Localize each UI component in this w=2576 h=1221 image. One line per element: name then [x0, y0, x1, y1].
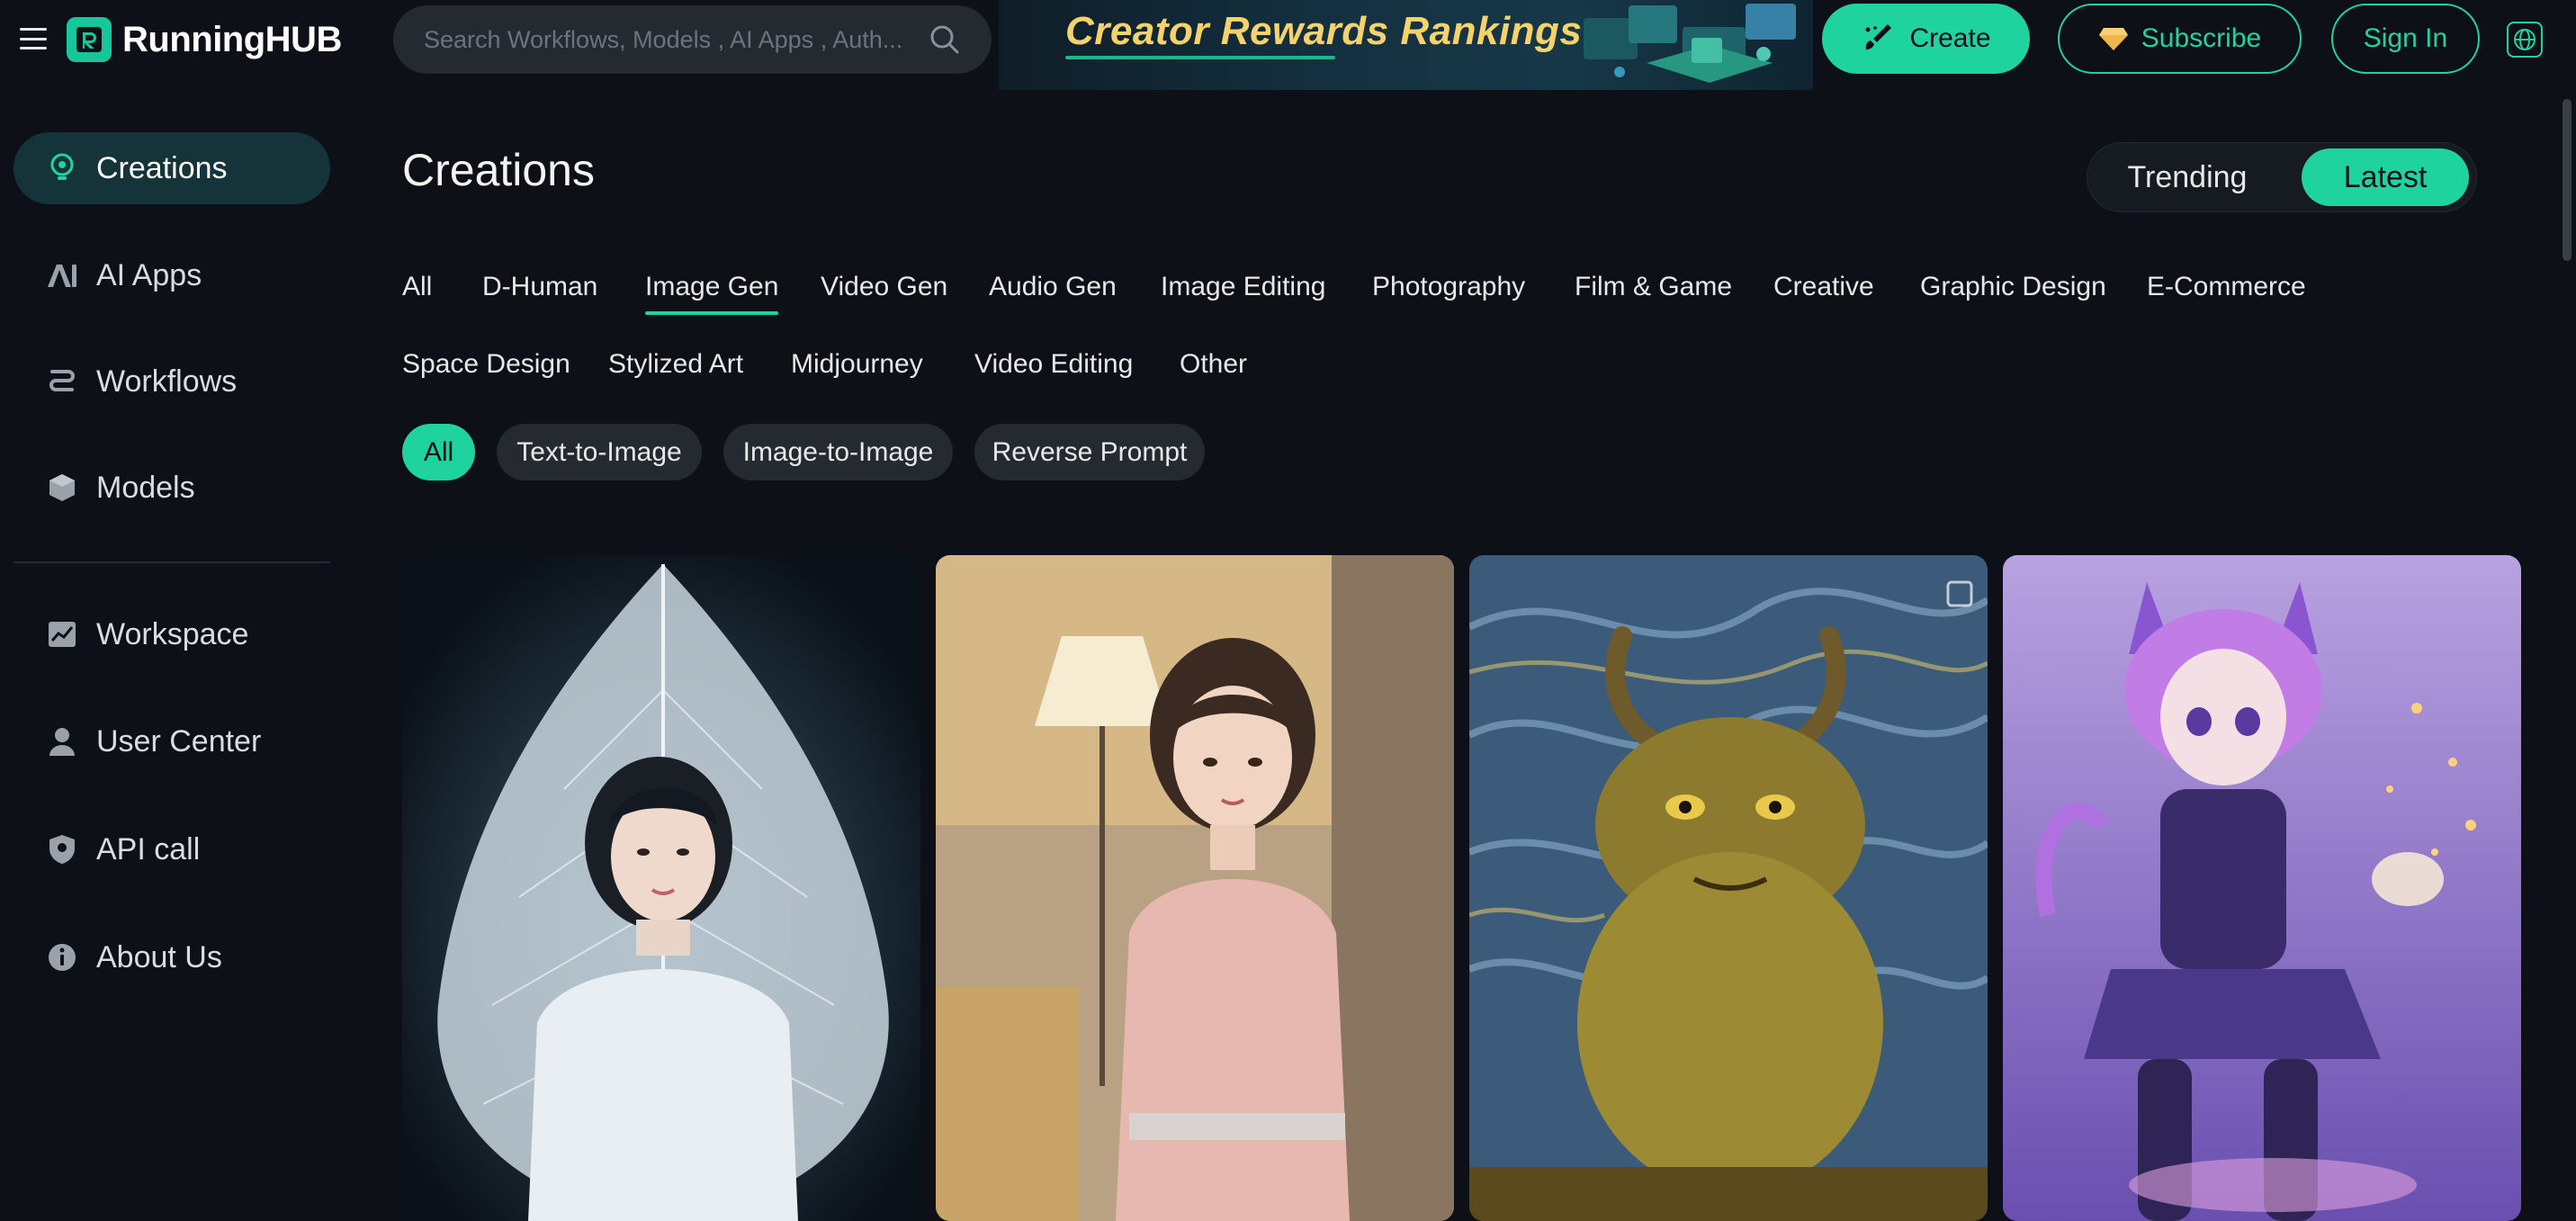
anime-girl-image: [936, 555, 1454, 1221]
creator-rewards-banner[interactable]: Creator Rewards Rankings: [999, 0, 1813, 90]
monster-painting-image: [1469, 555, 1988, 1221]
sidebar-item-api-call[interactable]: API call: [13, 813, 330, 885]
tab-d-human[interactable]: D-Human: [482, 272, 597, 302]
top-header: RunningHUB Creator Rewards Rankings: [0, 0, 2576, 90]
search-bar[interactable]: [393, 5, 992, 74]
workflow-icon: [46, 365, 78, 398]
menu-icon[interactable]: [20, 25, 47, 52]
sidebar-item-creations[interactable]: Creations: [13, 132, 330, 204]
logo-icon: [67, 17, 112, 62]
sort-toggle: Trending Latest: [2087, 142, 2477, 212]
leaf-portrait-image: [402, 555, 920, 1221]
subscribe-button[interactable]: Subscribe: [2058, 4, 2302, 74]
tab-film-game[interactable]: Film & Game: [1575, 272, 1732, 302]
subscribe-label: Subscribe: [2141, 23, 2262, 53]
language-icon[interactable]: [2507, 22, 2543, 58]
creation-card[interactable]: [936, 555, 1454, 1221]
page-scrollbar[interactable]: [2563, 99, 2572, 261]
signin-button[interactable]: Sign In: [2331, 4, 2480, 74]
ai-icon: [46, 259, 78, 292]
creation-card[interactable]: [2003, 555, 2521, 1221]
sidebar-item-label: AI Apps: [96, 257, 202, 292]
banner-title: Creator Rewards Rankings: [1065, 9, 1583, 53]
tab-audio-gen[interactable]: Audio Gen: [989, 272, 1117, 302]
sidebar-item-workflows[interactable]: Workflows: [13, 346, 330, 417]
sidebar-item-ai-apps[interactable]: AI Apps: [13, 239, 330, 311]
tab-stylized-art[interactable]: Stylized Art: [608, 349, 743, 380]
filter-reverse-prompt-chip[interactable]: Reverse Prompt: [974, 424, 1205, 480]
sidebar-item-label: Workspace: [96, 616, 249, 651]
sidebar-item-label: API call: [96, 831, 201, 866]
chart-icon: [46, 618, 78, 651]
search-icon[interactable]: [927, 22, 963, 58]
creation-card[interactable]: [402, 555, 920, 1221]
cat-girl-robot-image: [2003, 555, 2521, 1221]
sidebar-item-user-center[interactable]: User Center: [13, 705, 330, 777]
sort-latest-button[interactable]: Latest: [2302, 148, 2469, 206]
info-icon: [46, 941, 78, 974]
tab-creative[interactable]: Creative: [1773, 272, 1874, 302]
tab-all[interactable]: All: [402, 272, 432, 302]
tab-image-editing[interactable]: Image Editing: [1161, 272, 1325, 302]
tab-image-gen[interactable]: Image Gen: [645, 272, 779, 315]
brand-name: RunningHUB: [122, 19, 342, 59]
sidebar-item-label: Models: [96, 470, 195, 505]
sidebar-divider: [13, 561, 330, 563]
sidebar-item-about-us[interactable]: About Us: [13, 921, 330, 993]
page-title: Creations: [402, 145, 595, 195]
lightbulb-icon: [46, 152, 78, 184]
diamond-icon: [2098, 28, 2128, 50]
search-input[interactable]: [422, 24, 927, 55]
tab-other[interactable]: Other: [1180, 349, 1247, 380]
tab-space-design[interactable]: Space Design: [402, 349, 570, 380]
sidebar-item-label: Workflows: [96, 364, 238, 399]
sort-trending-button[interactable]: Trending: [2098, 148, 2276, 206]
tab-graphic-design[interactable]: Graphic Design: [1920, 272, 2106, 302]
tab-video-editing[interactable]: Video Editing: [974, 349, 1133, 380]
create-button[interactable]: Create: [1822, 4, 2030, 74]
brand-logo[interactable]: RunningHUB: [67, 17, 342, 62]
sidebar-item-label: User Center: [96, 723, 262, 759]
shield-icon: [46, 833, 78, 866]
sidebar-item-label: About Us: [96, 939, 222, 974]
sidebar-item-label: Creations: [96, 150, 228, 185]
user-icon: [46, 725, 78, 758]
cube-icon: [46, 471, 78, 504]
tab-photography[interactable]: Photography: [1372, 272, 1525, 302]
filter-image-to-image-chip[interactable]: Image-to-Image: [723, 424, 953, 480]
banner-underline: [1065, 56, 1335, 59]
creation-card[interactable]: [1469, 555, 1988, 1221]
brush-icon: [1865, 24, 1892, 49]
tab-midjourney[interactable]: Midjourney: [791, 349, 923, 380]
signin-label: Sign In: [2363, 23, 2448, 53]
sidebar: Creations AI Apps Workflows Models Works…: [0, 83, 342, 1213]
tab-e-commerce[interactable]: E-Commerce: [2147, 272, 2306, 302]
filter-all-chip[interactable]: All: [402, 424, 475, 480]
sidebar-item-workspace[interactable]: Workspace: [13, 598, 330, 670]
tab-video-gen[interactable]: Video Gen: [821, 272, 947, 302]
sidebar-item-models[interactable]: Models: [13, 452, 330, 524]
create-label: Create: [1909, 23, 1991, 53]
filter-text-to-image-chip[interactable]: Text-to-Image: [497, 424, 702, 480]
